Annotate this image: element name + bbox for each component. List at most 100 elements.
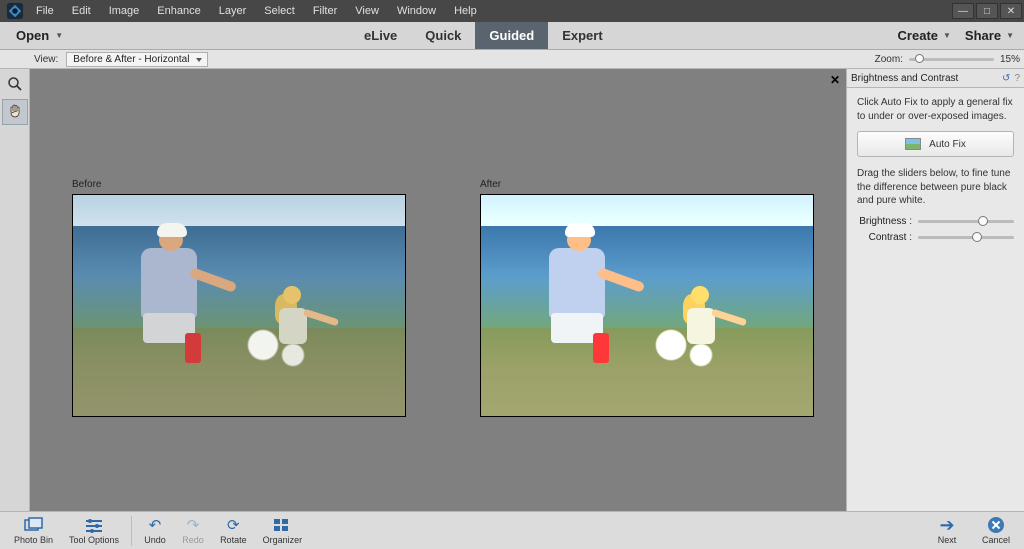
- view-label: View:: [34, 54, 58, 65]
- compare-view: Before After: [72, 179, 836, 417]
- reset-icon[interactable]: ↺: [1002, 73, 1010, 84]
- open-button[interactable]: Open ▼: [10, 24, 69, 47]
- after-label: After: [480, 179, 814, 190]
- cancel-icon: [985, 516, 1007, 534]
- mode-expert[interactable]: Expert: [548, 22, 616, 49]
- create-share-group: Create ▼ Share ▼: [898, 28, 1014, 43]
- undo-icon: ↶: [144, 516, 166, 534]
- magnifier-icon: [7, 76, 23, 92]
- tool-options-label: Tool Options: [69, 535, 119, 545]
- maximize-button[interactable]: □: [976, 3, 998, 19]
- next-label: Next: [938, 535, 957, 545]
- hand-tool[interactable]: [2, 99, 28, 125]
- redo-icon: ↷: [182, 516, 204, 534]
- mode-guided[interactable]: Guided: [475, 22, 548, 49]
- menu-layer[interactable]: Layer: [211, 3, 255, 19]
- organizer-icon: [271, 516, 293, 534]
- toolbox: [0, 69, 30, 511]
- create-label: Create: [898, 28, 938, 43]
- cancel-label: Cancel: [982, 535, 1010, 545]
- help-icon[interactable]: ?: [1014, 73, 1020, 84]
- create-button[interactable]: Create ▼: [898, 28, 951, 43]
- photo-bin-button[interactable]: Photo Bin: [8, 516, 59, 545]
- tool-options-button[interactable]: Tool Options: [63, 516, 125, 545]
- panel-help-2: Drag the sliders below, to fine tune the…: [857, 167, 1014, 208]
- brightness-slider[interactable]: [918, 220, 1014, 223]
- menu-image[interactable]: Image: [101, 3, 148, 19]
- contrast-thumb[interactable]: [972, 232, 982, 242]
- contrast-row: Contrast :: [857, 232, 1014, 243]
- brightness-label: Brightness :: [857, 216, 912, 227]
- redo-label: Redo: [182, 535, 204, 545]
- panel-body: Click Auto Fix to apply a general fix to…: [847, 88, 1024, 256]
- contrast-label: Contrast :: [857, 232, 912, 243]
- zoom-value: 15%: [1000, 54, 1020, 65]
- open-label: Open: [16, 28, 49, 43]
- after-image: [480, 194, 814, 417]
- options-bar: View: Before & After - Horizontal Zoom: …: [0, 50, 1024, 69]
- undo-button[interactable]: ↶ Undo: [138, 516, 172, 545]
- panel-header: Brightness and Contrast ↺ ?: [847, 69, 1024, 88]
- zoom-tool[interactable]: [2, 71, 28, 97]
- rotate-label: Rotate: [220, 535, 247, 545]
- panel-help-1: Click Auto Fix to apply a general fix to…: [857, 96, 1014, 123]
- after-box: After: [480, 179, 814, 417]
- menu-window[interactable]: Window: [389, 3, 444, 19]
- cancel-button[interactable]: Cancel: [976, 516, 1016, 545]
- caret-down-icon: ▼: [943, 31, 951, 40]
- zoom-block: Zoom: 15%: [875, 54, 1020, 65]
- canvas-area: ✕ Before After: [30, 69, 846, 511]
- window-controls: — □ ✕: [950, 3, 1022, 19]
- app-icon: [6, 2, 24, 20]
- redo-button[interactable]: ↷ Redo: [176, 516, 210, 545]
- menu-help[interactable]: Help: [446, 3, 485, 19]
- mode-quick[interactable]: Quick: [411, 22, 475, 49]
- auto-fix-button[interactable]: Auto Fix: [857, 131, 1014, 157]
- organizer-label: Organizer: [263, 535, 303, 545]
- menu-view[interactable]: View: [347, 3, 387, 19]
- brightness-thumb[interactable]: [978, 216, 988, 226]
- mode-tabs: eLive Quick Guided Expert: [350, 22, 617, 49]
- zoom-slider[interactable]: [909, 58, 994, 61]
- menu-filter[interactable]: Filter: [305, 3, 345, 19]
- picture-icon: [905, 138, 921, 150]
- view-dropdown[interactable]: Before & After - Horizontal: [66, 52, 208, 67]
- hand-icon: [7, 104, 23, 120]
- menu-enhance[interactable]: Enhance: [149, 3, 208, 19]
- photo-bin-label: Photo Bin: [14, 535, 53, 545]
- share-label: Share: [965, 28, 1001, 43]
- menu-select[interactable]: Select: [256, 3, 303, 19]
- zoom-label: Zoom:: [875, 54, 903, 65]
- header-bar: Open ▼ eLive Quick Guided Expert Create ▼…: [0, 22, 1024, 50]
- next-button[interactable]: ➔ Next: [930, 516, 964, 545]
- menu-bar: File Edit Image Enhance Layer Select Fil…: [28, 3, 485, 19]
- caret-down-icon: ▼: [55, 31, 63, 40]
- tool-options-icon: [83, 516, 105, 534]
- brightness-row: Brightness :: [857, 216, 1014, 227]
- photo-bin-icon: [23, 516, 45, 534]
- menu-edit[interactable]: Edit: [64, 3, 99, 19]
- rotate-icon: ⟳: [222, 516, 244, 534]
- panel-title: Brightness and Contrast: [851, 73, 958, 84]
- before-image: [72, 194, 406, 417]
- before-label: Before: [72, 179, 406, 190]
- minimize-button[interactable]: —: [952, 3, 974, 19]
- separator: [131, 516, 132, 546]
- bottom-bar: Photo Bin Tool Options ↶ Undo ↷ Redo ⟳ R…: [0, 511, 1024, 549]
- close-button[interactable]: ✕: [1000, 3, 1022, 19]
- content-row: ✕ Before After: [0, 69, 1024, 511]
- mode-elive[interactable]: eLive: [350, 22, 411, 49]
- contrast-slider[interactable]: [918, 236, 1014, 239]
- menu-file[interactable]: File: [28, 3, 62, 19]
- side-panel: Brightness and Contrast ↺ ? Click Auto F…: [846, 69, 1024, 511]
- next-icon: ➔: [936, 516, 958, 534]
- guided-close-icon[interactable]: ✕: [830, 73, 840, 87]
- zoom-slider-thumb[interactable]: [915, 54, 924, 63]
- undo-label: Undo: [144, 535, 166, 545]
- rotate-button[interactable]: ⟳ Rotate: [214, 516, 253, 545]
- before-box: Before: [72, 179, 406, 417]
- caret-down-icon: ▼: [1006, 31, 1014, 40]
- title-bar: File Edit Image Enhance Layer Select Fil…: [0, 0, 1024, 22]
- share-button[interactable]: Share ▼: [965, 28, 1014, 43]
- organizer-button[interactable]: Organizer: [257, 516, 309, 545]
